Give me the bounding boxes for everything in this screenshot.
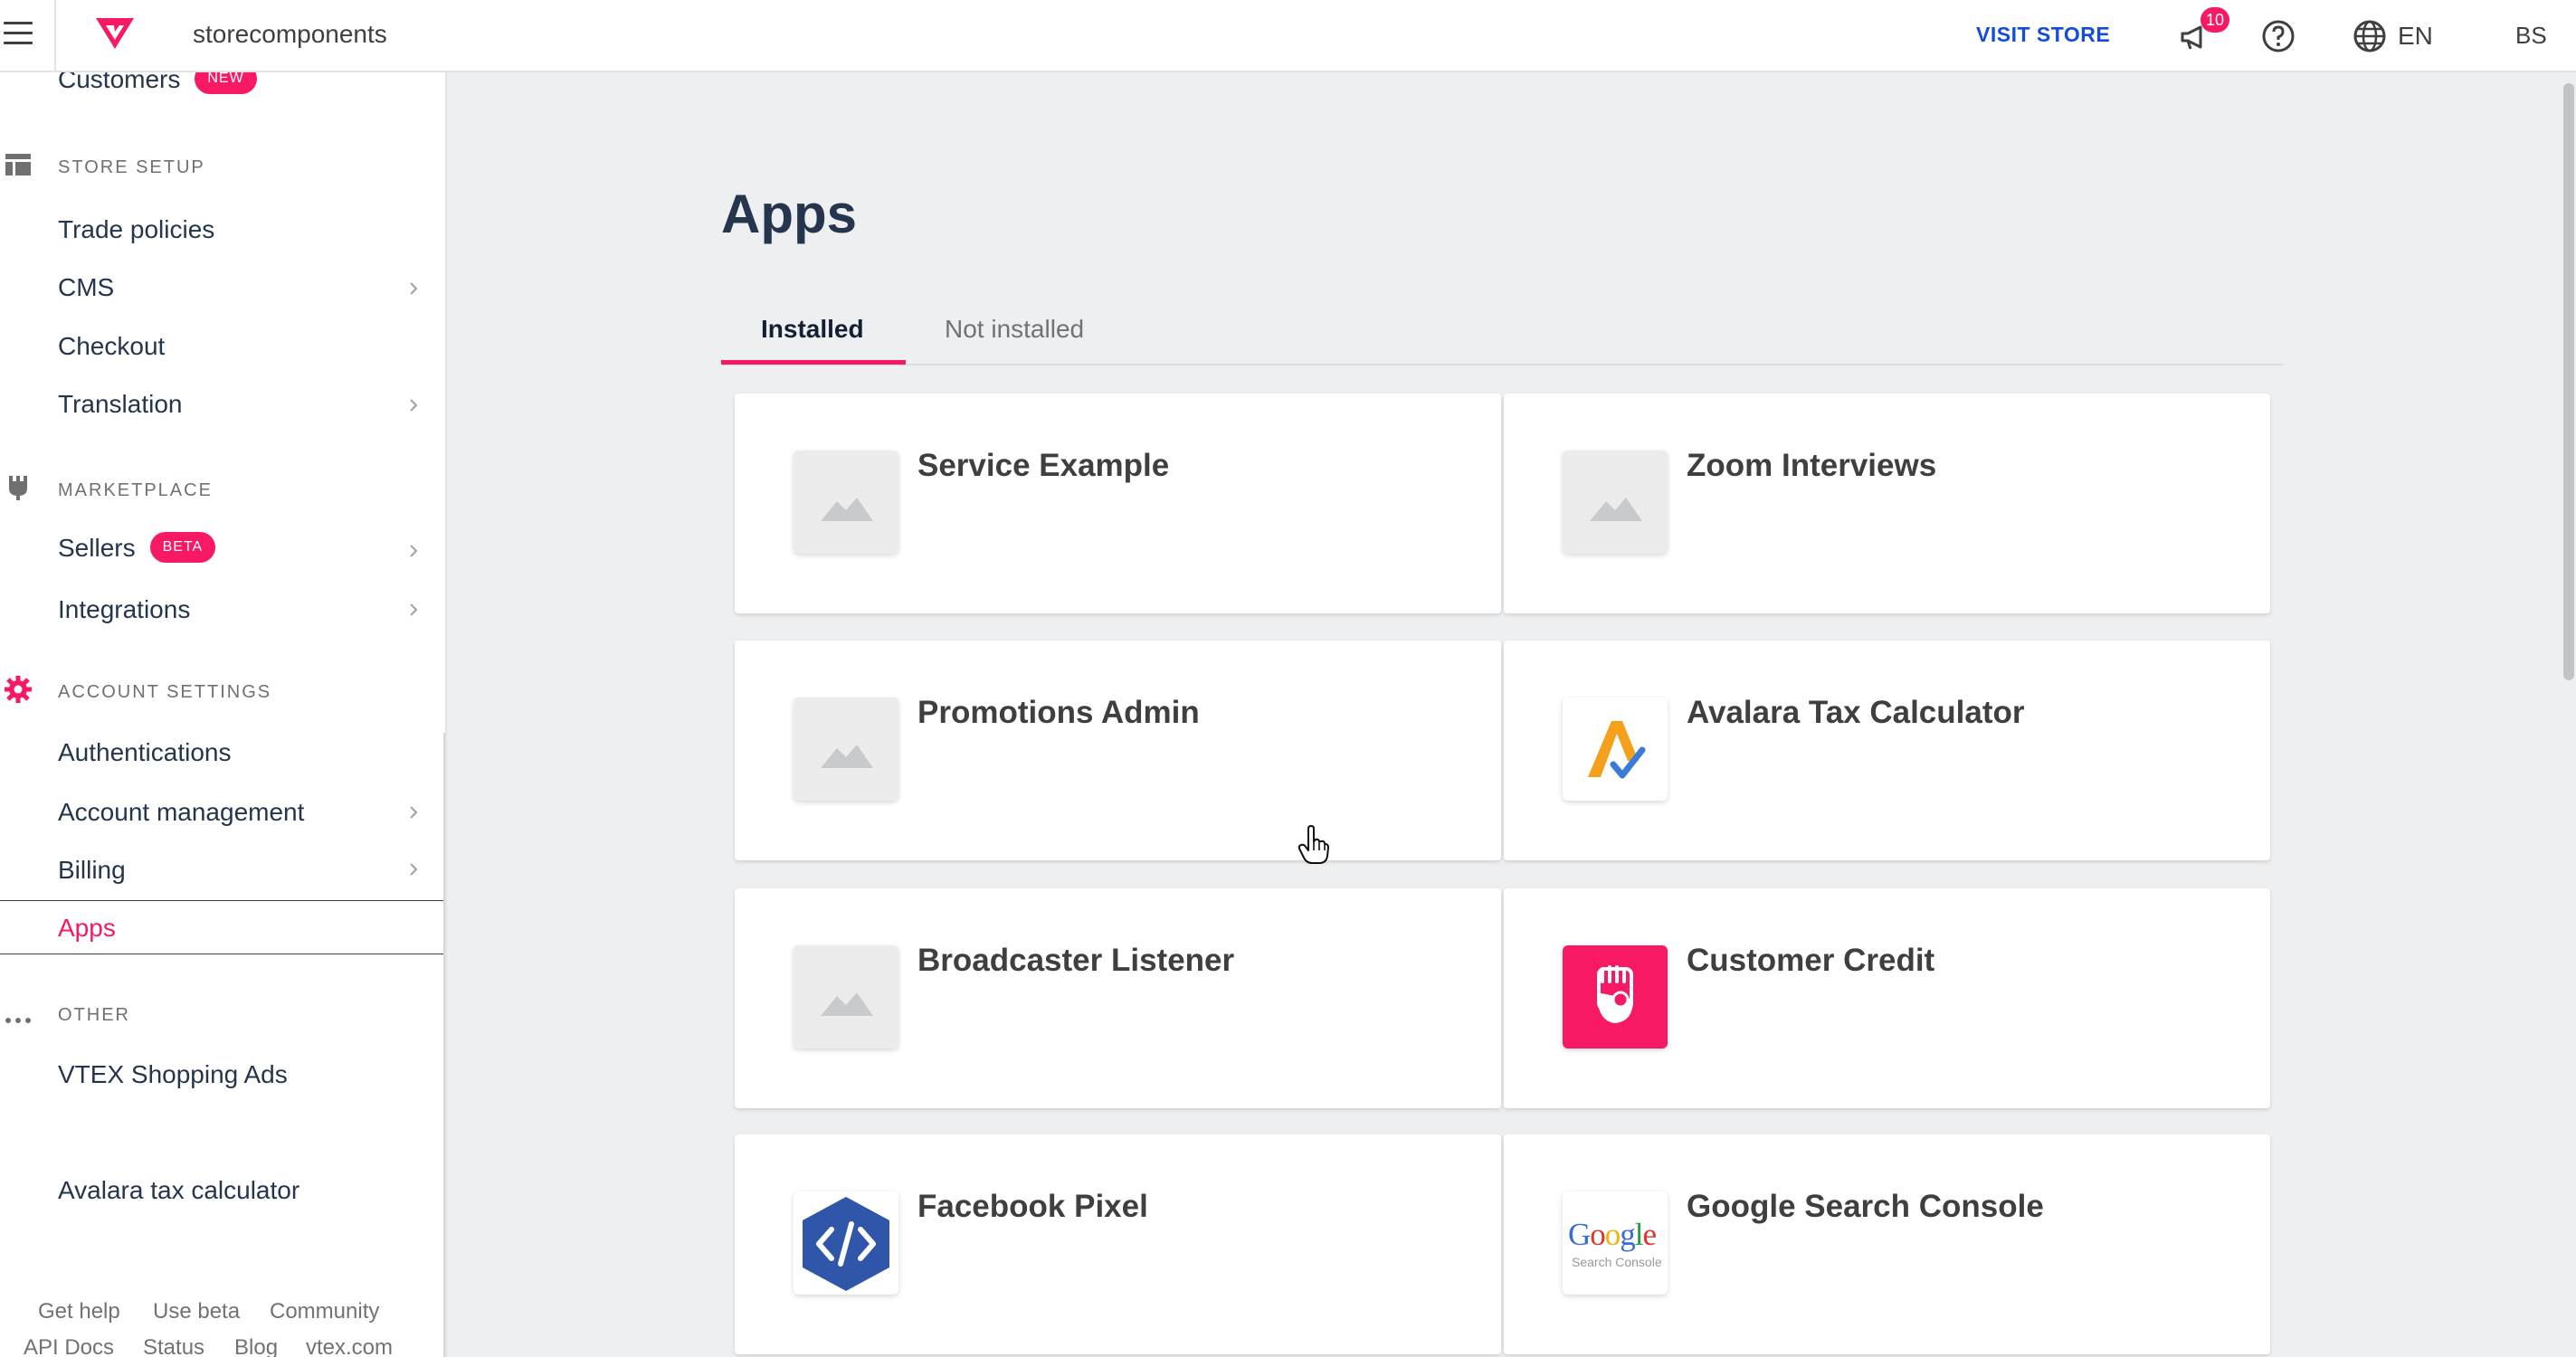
google-logo-text: Google (1568, 1217, 1657, 1252)
sidebar-item-sellers[interactable]: Sellers BETA (58, 531, 216, 565)
sidebar-item-apps[interactable]: Apps (58, 914, 116, 943)
app-card-title: Avalara Tax Calculator (1687, 695, 2025, 730)
visit-store-link[interactable]: VISIT STORE (1976, 23, 2110, 47)
sidebar-item-cms[interactable]: CMS (58, 273, 114, 302)
sidebar-item-trade-policies[interactable]: Trade policies (58, 215, 214, 244)
sidebar-scrollbar[interactable] (443, 733, 445, 1357)
user-avatar[interactable]: BS (2515, 22, 2547, 50)
section-header-other: OTHER (58, 1005, 130, 1025)
language-selector[interactable]: EN (2398, 22, 2433, 51)
sidebar-item-billing[interactable]: Billing (58, 856, 126, 885)
vtex-logo-icon[interactable] (94, 16, 136, 51)
chevron-right-icon[interactable] (405, 861, 422, 878)
avalara-logo-icon (1563, 697, 1668, 801)
footer-link-blog[interactable]: Blog (234, 1335, 278, 1357)
footer-link-get-help[interactable]: Get help (38, 1299, 120, 1324)
chevron-right-icon[interactable] (405, 280, 422, 297)
placeholder-image-icon (1563, 451, 1668, 554)
chevron-right-icon[interactable] (405, 397, 422, 413)
app-card-title: Promotions Admin (917, 695, 1200, 730)
sidebar-item-label: Customers (58, 72, 181, 93)
app-card-zoom-interviews[interactable]: Zoom Interviews (1504, 394, 2270, 613)
page-title: Apps (721, 184, 857, 244)
footer-link-use-beta[interactable]: Use beta (153, 1299, 240, 1324)
sidebar-item-customers[interactable]: Customers NEW (58, 72, 257, 97)
notification-count-badge: 10 (2201, 7, 2229, 33)
store-setup-icon (5, 154, 31, 176)
hand-cursor-icon (1298, 825, 1329, 864)
top-bar: storecomponents VISIT STORE 10 EN BS (0, 0, 2576, 72)
section-header-store-setup: STORE SETUP (58, 157, 205, 177)
sidebar: Customers NEW STORE SETUP Trade policies … (0, 72, 447, 1357)
sidebar-item-authentications[interactable]: Authentications (58, 738, 231, 767)
new-badge: NEW (195, 72, 257, 94)
app-card-title: Facebook Pixel (917, 1189, 1148, 1224)
page-scrollbar[interactable] (2563, 83, 2574, 680)
sidebar-item-checkout[interactable]: Checkout (58, 332, 165, 361)
sidebar-item-translation[interactable]: Translation (58, 390, 182, 419)
globe-icon[interactable] (2352, 18, 2388, 54)
footer-link-api-docs[interactable]: API Docs (24, 1335, 114, 1357)
app-card-title: Google Search Console (1687, 1189, 2044, 1224)
tab-not-installed[interactable]: Not installed (945, 315, 1084, 344)
sidebar-item-vtex-shopping-ads[interactable]: VTEX Shopping Ads (58, 1060, 288, 1089)
footer-link-vtex-com[interactable]: vtex.com (306, 1335, 393, 1357)
app-card-avalara-tax-calculator[interactable]: Avalara Tax Calculator (1504, 641, 2270, 860)
menu-icon[interactable] (4, 22, 33, 45)
app-card-promotions-admin[interactable]: Promotions Admin (735, 641, 1501, 860)
app-card-customer-credit[interactable]: Customer Credit (1504, 888, 2270, 1108)
app-card-facebook-pixel[interactable]: Facebook Pixel (735, 1134, 1501, 1354)
sidebar-item-account-management[interactable]: Account management (58, 798, 304, 827)
tab-installed[interactable]: Installed (761, 315, 864, 344)
google-logo-subtitle: Search Console (1572, 1255, 1662, 1269)
help-icon[interactable] (2260, 18, 2296, 54)
app-card-title: Broadcaster Listener (917, 943, 1235, 978)
code-hexagon-icon (794, 1191, 898, 1295)
app-card-title: Service Example (917, 448, 1170, 483)
app-card-broadcaster-listener[interactable]: Broadcaster Listener (735, 888, 1501, 1108)
marketplace-icon (9, 476, 27, 500)
footer-link-community[interactable]: Community (270, 1299, 379, 1324)
more-dots-icon (5, 1018, 31, 1023)
chevron-right-icon[interactable] (405, 543, 422, 559)
active-tab-indicator (721, 360, 906, 365)
app-card-google-search-console[interactable]: Google Search Console Google Search Cons… (1504, 1134, 2270, 1354)
placeholder-image-icon (794, 945, 898, 1049)
store-name[interactable]: storecomponents (193, 20, 387, 49)
placeholder-image-icon (794, 451, 898, 554)
sidebar-item-integrations[interactable]: Integrations (58, 595, 190, 624)
chevron-right-icon[interactable] (405, 602, 422, 618)
gear-icon (5, 676, 32, 703)
customer-credit-icon (1563, 945, 1668, 1049)
app-card-service-example[interactable]: Service Example (735, 394, 1501, 613)
section-header-account-settings: ACCOUNT SETTINGS (58, 682, 272, 702)
chevron-right-icon[interactable] (405, 804, 422, 821)
tab-bar: Installed Not installed (721, 306, 2283, 365)
section-header-marketplace: MARKETPLACE (58, 480, 213, 500)
sidebar-item-label: Sellers (58, 534, 136, 562)
beta-badge: BETA (149, 531, 216, 563)
app-card-title: Zoom Interviews (1687, 448, 1937, 483)
sidebar-item-avalara-tax-calculator[interactable]: Avalara tax calculator (58, 1176, 299, 1205)
divider (54, 0, 56, 72)
footer-link-status[interactable]: Status (143, 1335, 204, 1357)
google-search-console-icon: Google Search Console (1563, 1191, 1668, 1295)
app-card-title: Customer Credit (1687, 943, 1935, 978)
placeholder-image-icon (794, 697, 898, 801)
